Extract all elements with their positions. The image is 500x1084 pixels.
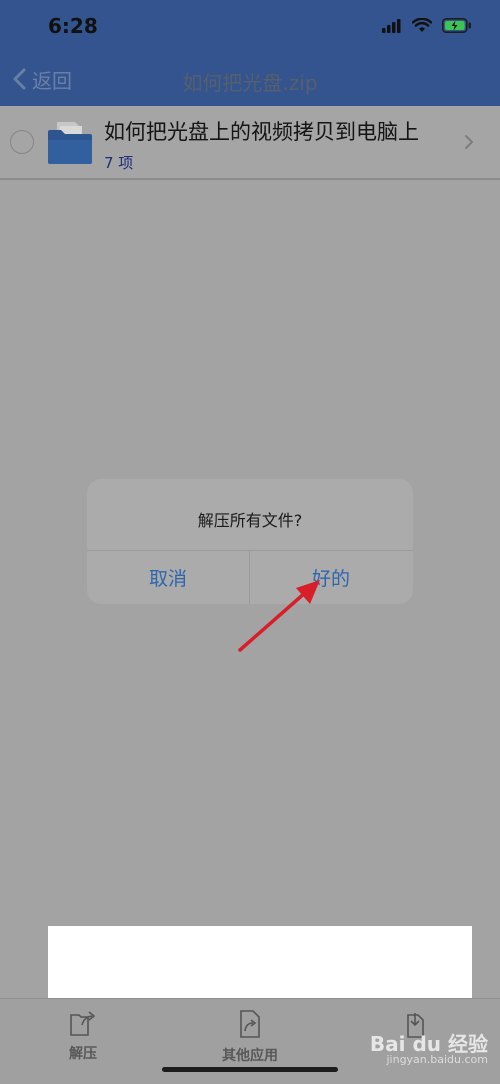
home-indicator[interactable]: [162, 1067, 338, 1072]
battery-charging-icon: [442, 18, 471, 33]
extract-icon: [70, 1011, 96, 1036]
watermark-url: jingyan.baidu.com: [386, 1053, 488, 1066]
cellular-signal-icon: [382, 18, 401, 33]
file-name: 如何把光盘上的视频拷贝到电脑上: [104, 120, 419, 144]
item-count: 7 项: [104, 154, 134, 172]
status-bar: 6:28: [0, 0, 500, 52]
ad-banner: [48, 926, 472, 1003]
share-document-icon: [240, 1010, 260, 1038]
wifi-icon: [412, 18, 432, 32]
annotation-arrow-icon: [238, 580, 320, 652]
status-icons: [382, 18, 472, 33]
status-time: 6:28: [48, 14, 98, 38]
file-list-item[interactable]: 如何把光盘上的视频拷贝到电脑上 7 项: [0, 106, 500, 180]
tab-extract-label: 解压: [69, 1046, 97, 1062]
cancel-button[interactable]: 取消: [87, 551, 249, 604]
tab-extract[interactable]: 解压: [58, 1009, 108, 1063]
watermark-brand: Bai du 经验: [369, 1032, 488, 1056]
watermark: Bai du 经验 jingyan.baidu.com: [369, 1032, 488, 1068]
navigation-bar: 返回 如何把光盘.zip: [0, 52, 500, 106]
select-radio[interactable]: [10, 130, 34, 154]
tab-other-apps[interactable]: 其他应用: [210, 1009, 290, 1065]
folder-icon: [48, 122, 92, 164]
chevron-right-icon: [465, 135, 473, 149]
page-title: 如何把光盘.zip: [182, 71, 318, 95]
dialog-message: 解压所有文件?: [197, 511, 303, 530]
tab-other-apps-label: 其他应用: [222, 1048, 278, 1064]
